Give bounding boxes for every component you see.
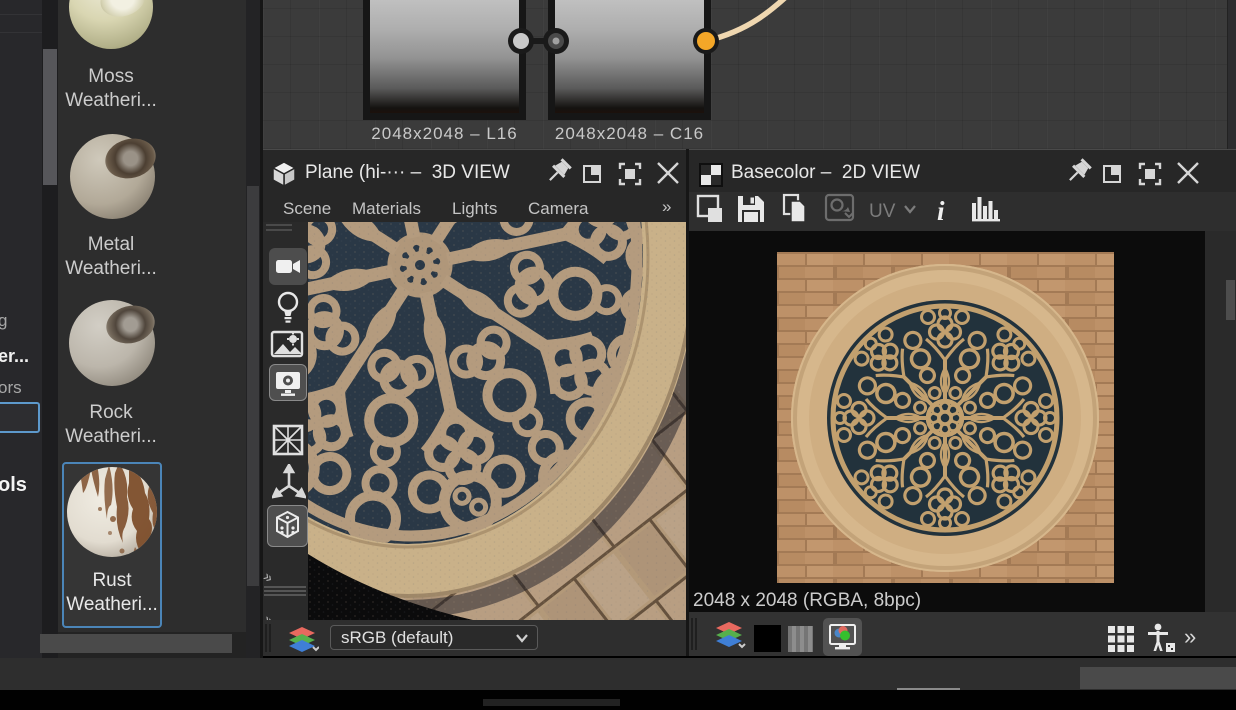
svg-text:i: i (937, 196, 945, 226)
svg-text:UV: UV (869, 201, 896, 222)
